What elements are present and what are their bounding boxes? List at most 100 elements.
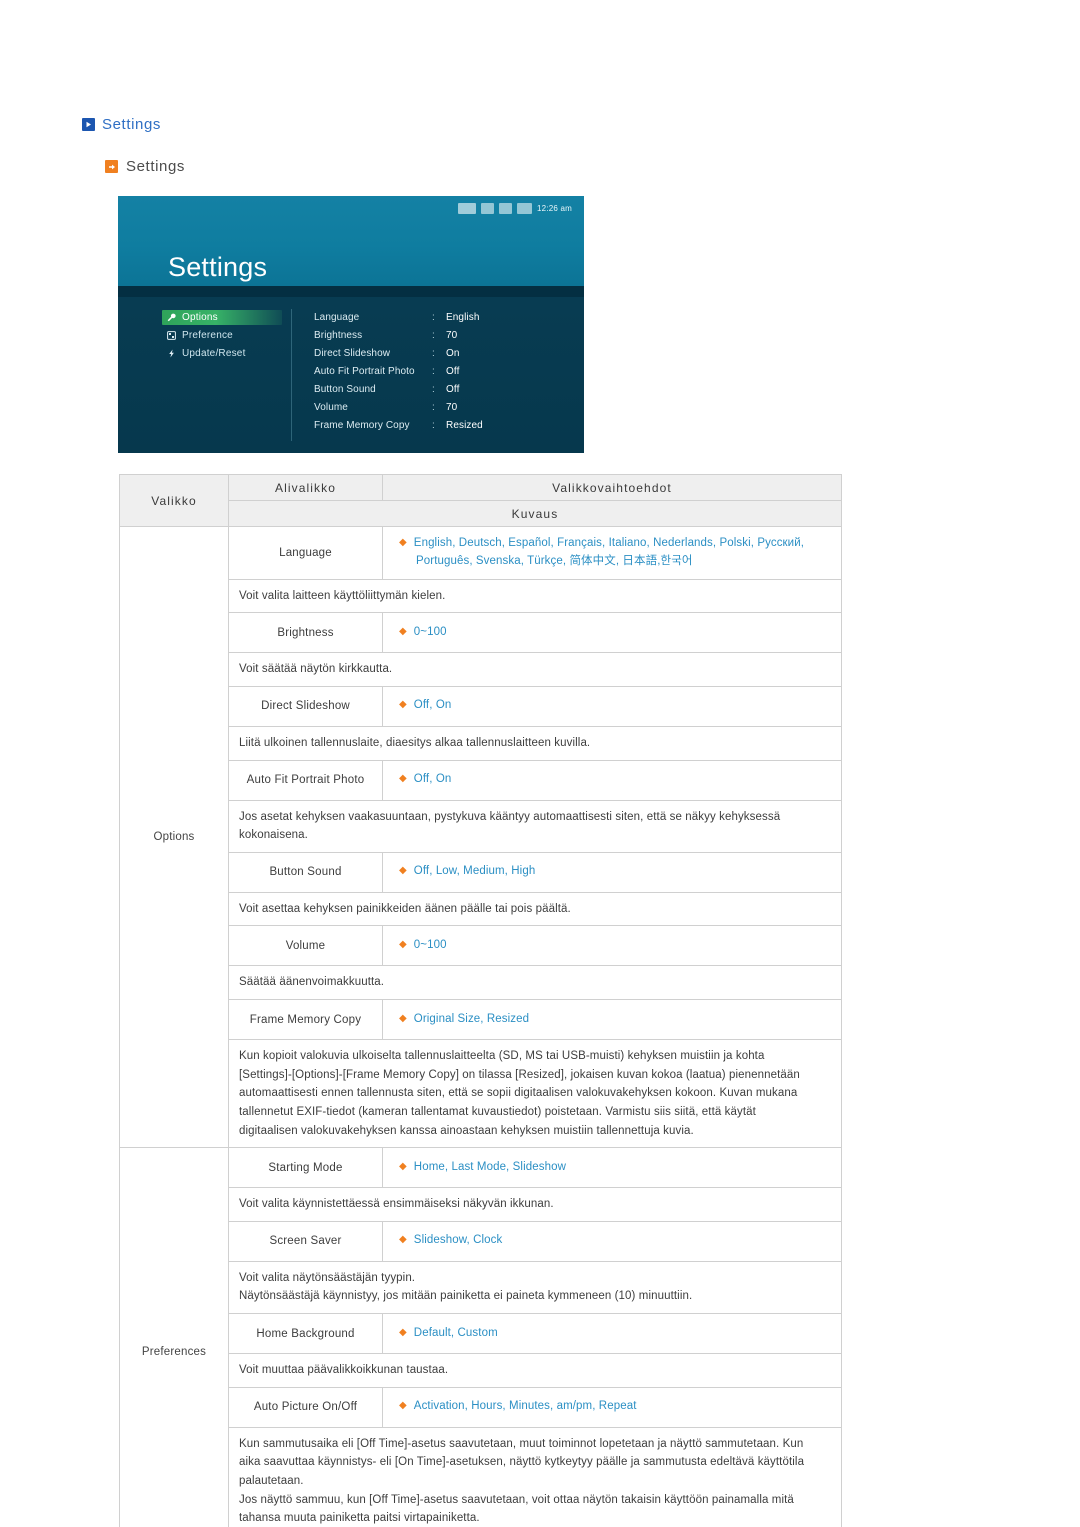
options-volume: ◆ 0~100 (382, 925, 842, 967)
options-direct-slideshow: ◆ Off, On (382, 685, 842, 727)
options-frame-memory-copy: ◆ Original Size, Resized (382, 999, 842, 1040)
device-header: 12:26 am Settings (118, 196, 584, 286)
option-values: Activation, Hours, Minutes, am/pm, Repea… (413, 1400, 637, 1413)
table-row: Options Language ◆ English, Deutsch, Espa… (119, 525, 842, 1149)
setting-key: Volume (314, 402, 348, 413)
device-menu-item-update-reset[interactable]: Update/Reset (162, 346, 282, 361)
description-button-sound: Voit asettaa kehyksen painikkeiden äänen… (228, 891, 842, 927)
submenu-home-background: Home Background (228, 1313, 383, 1354)
settings-spec-table: Valikko Alivalikko Valikkovaihtoehdot Ku… (119, 474, 842, 1527)
options-starting-mode: ◆ Home, Last Mode, Slideshow (382, 1147, 842, 1189)
device-setting-row[interactable]: Frame Memory Copy : Resized (314, 418, 574, 433)
options-auto-picture: ◆ Activation, Hours, Minutes, am/pm, Repe… (382, 1386, 842, 1428)
options-brightness: ◆ 0~100 (382, 612, 842, 654)
bullet-icon: ◆ (399, 1326, 407, 1338)
device-clock: 12:26 am (537, 204, 572, 213)
table-row: Kun sammutusaika eli [Off Time]-asetus s… (120, 1426, 842, 1527)
setting-key: Button Sound (314, 384, 376, 395)
bullet-icon: ◆ (399, 865, 407, 877)
table-row: Preferences Starting Mode ◆ Home, Last Mo… (119, 1147, 842, 1527)
setting-value: Resized (446, 420, 483, 431)
table-row: Voit valita näytönsäästäjän tyypin. Näyt… (120, 1260, 842, 1315)
submenu-brightness: Brightness (228, 612, 383, 654)
table-row: Jos asetat kehyksen vaakasuuntaan, pysty… (120, 799, 842, 853)
battery-icon (517, 203, 533, 214)
option-values: Slideshow, Clock (413, 1234, 503, 1247)
device-menu-item-preference[interactable]: Preference (162, 328, 282, 343)
sd-card-icon (481, 203, 495, 214)
table-row: Home Background ◆ Default, Custom (120, 1313, 842, 1354)
page-title: Settings (102, 116, 161, 133)
device-setting-row[interactable]: Auto Fit Portrait Photo : Off (314, 364, 574, 379)
description-language: Voit valita laitteen käyttöliittymän kie… (228, 578, 842, 614)
setting-separator: : (432, 384, 435, 395)
desc-line: tallennetut EXIF-tiedot (kameran tallent… (239, 1105, 756, 1118)
device-setting-row[interactable]: Volume : 70 (314, 400, 574, 415)
sliders-icon (167, 331, 176, 340)
desc-line: tahansa muuta painiketta paitsi virtapai… (239, 1512, 480, 1525)
device-column-divider (291, 309, 292, 441)
setting-key: Language (314, 312, 360, 323)
device-menu-list: Options Preference Update/Reset (162, 310, 282, 364)
setting-value: English (446, 312, 480, 323)
table-row: Liitä ulkoinen tallennuslaite, diaesitys… (120, 725, 842, 761)
option-values-line2: Português, Svenska, Türkçe, 简体中文, 日本語,한국… (416, 554, 693, 567)
option-values: 0~100 (413, 938, 447, 951)
device-setting-row[interactable]: Language : English (314, 310, 574, 325)
setting-separator: : (432, 330, 435, 341)
device-screenshot: 12:26 am Settings Options Preference Upd… (118, 196, 584, 453)
setting-key: Frame Memory Copy (314, 420, 410, 431)
setting-separator: : (432, 348, 435, 359)
table-row: Button Sound ◆ Off, Low, Medium, High (120, 851, 842, 893)
setting-key: Brightness (314, 330, 363, 341)
bullet-icon: ◆ (399, 1160, 407, 1172)
usb-icon (458, 203, 477, 214)
device-setting-row[interactable]: Direct Slideshow : On (314, 346, 574, 361)
option-values: Home, Last Mode, Slideshow (413, 1160, 566, 1173)
desc-line: Kun kopioit valokuvia ulkoiselta tallenn… (239, 1050, 765, 1062)
description-brightness: Voit säätää näytön kirkkautta. (228, 652, 842, 687)
desc-line: aika saavuttaa käynnistys- eli [On Time]… (239, 1456, 805, 1469)
setting-value: 70 (446, 402, 458, 413)
desc-line: Kun sammutusaika eli [Off Time]-asetus s… (239, 1437, 804, 1450)
device-menu-item-options[interactable]: Options (162, 310, 282, 325)
table-row: Auto Picture On/Off ◆ Activation, Hours, … (120, 1386, 842, 1428)
bullet-icon: ◆ (399, 773, 407, 785)
bullet-icon: ◆ (399, 938, 407, 950)
submenu-screen-saver: Screen Saver (228, 1220, 383, 1262)
table-row: Direct Slideshow ◆ Off, On (120, 685, 842, 727)
bullet-icon: ◆ (399, 1400, 407, 1412)
options-home-background: ◆ Default, Custom (382, 1313, 842, 1354)
bullet-icon: ◆ (399, 1234, 407, 1246)
breadcrumb-level-2: Settings (105, 158, 185, 175)
description-direct-slideshow: Liitä ulkoinen tallennuslaite, diaesitys… (228, 725, 842, 761)
setting-value: 70 (446, 330, 458, 341)
wrench-icon (167, 313, 176, 322)
table-row: Volume ◆ 0~100 (120, 925, 842, 967)
desc-line: Näytönsäästäjä käynnistyy, jos mitään pa… (239, 1290, 693, 1303)
device-setting-row[interactable]: Button Sound : Off (314, 382, 574, 397)
options-screen-saver: ◆ Slideshow, Clock (382, 1220, 842, 1262)
setting-value: On (446, 348, 460, 359)
setting-value: Off (446, 384, 460, 395)
description-home-background: Voit muuttaa päävalikkoikkunan taustaa. (228, 1353, 842, 1388)
device-content: Options Preference Update/Reset Language… (118, 297, 584, 453)
setting-separator: : (432, 366, 435, 377)
description-volume: Säätää äänenvoimakkuutta. (228, 965, 842, 1000)
option-values: Original Size, Resized (413, 1012, 530, 1025)
setting-value: Off (446, 366, 460, 377)
option-values: Off, On (413, 773, 452, 786)
setting-separator: : (432, 312, 435, 323)
desc-line: digitaalisen valokuvakehyksen kanssa ain… (239, 1124, 694, 1137)
desc-line: Voit valita näytönsäästäjän tyypin. (239, 1271, 416, 1284)
desc-line: palautetaan. (239, 1474, 304, 1487)
device-setting-row[interactable]: Brightness : 70 (314, 328, 574, 343)
bullet-icon: ◆ (399, 699, 407, 711)
section-title: Settings (126, 158, 185, 175)
setting-key: Auto Fit Portrait Photo (314, 366, 415, 377)
setting-separator: : (432, 402, 435, 413)
device-divider (118, 286, 584, 297)
submenu-auto-picture: Auto Picture On/Off (228, 1386, 383, 1428)
desc-line: automaattisesti ennen tallennusta siten,… (239, 1087, 798, 1100)
desc-line: Jos näyttö sammuu, kun [Off Time]-asetus… (239, 1493, 794, 1506)
